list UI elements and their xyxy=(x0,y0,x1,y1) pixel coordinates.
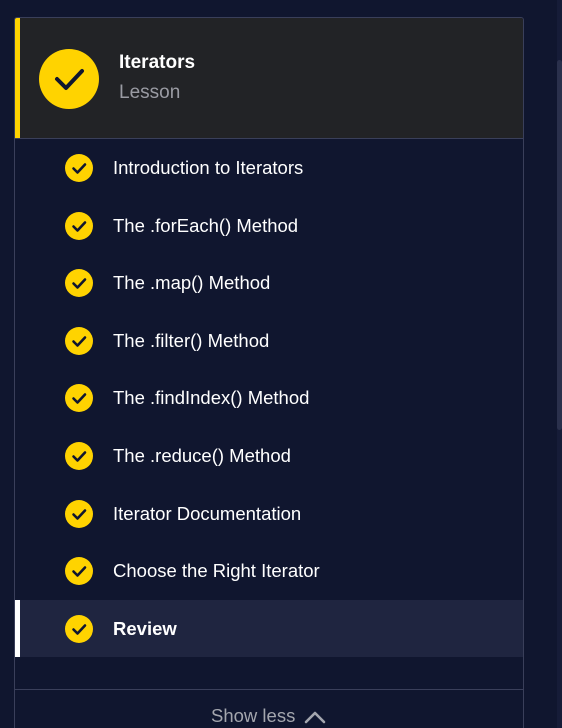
show-less-label: Show less xyxy=(211,705,296,726)
lesson-item[interactable]: The .reduce() Method xyxy=(15,427,523,485)
lesson-item-label: Choose the Right Iterator xyxy=(113,560,320,582)
lesson-item[interactable]: Iterator Documentation xyxy=(15,485,523,543)
lesson-item-label: Iterator Documentation xyxy=(113,502,302,524)
check-circle-icon xyxy=(65,441,93,470)
check-circle-icon xyxy=(65,154,93,182)
lesson-item-label: Review xyxy=(113,617,177,639)
lesson-item-label: The .map() Method xyxy=(113,272,271,294)
header-accent-bar xyxy=(15,18,20,138)
chevron-up-icon xyxy=(304,709,326,724)
scrollbar-thumb[interactable] xyxy=(557,60,562,430)
check-circle-icon xyxy=(65,499,93,528)
lesson-item-label: The .findIndex() Method xyxy=(113,387,310,409)
check-circle-icon xyxy=(65,211,93,240)
show-less-button[interactable]: Show less xyxy=(211,704,326,728)
lesson-title: Iterators xyxy=(119,52,196,73)
active-indicator xyxy=(15,599,20,658)
check-circle-icon xyxy=(65,384,93,413)
lesson-item[interactable]: The .map() Method xyxy=(15,254,523,312)
lesson-item[interactable]: Choose the Right Iterator xyxy=(15,542,523,600)
lesson-panel: Iterators Lesson Introduction to Iterato… xyxy=(14,17,524,728)
lesson-item[interactable]: The .findIndex() Method xyxy=(15,369,523,427)
check-circle-icon xyxy=(65,326,93,355)
lesson-item[interactable]: The .forEach() Method xyxy=(15,197,523,255)
lesson-item-label: Introduction to Iterators xyxy=(113,157,304,178)
lesson-item-label: The .reduce() Method xyxy=(113,444,291,466)
lesson-type: Lesson xyxy=(119,82,181,103)
check-circle-icon xyxy=(39,49,99,109)
lesson-item-label: The .filter() Method xyxy=(113,329,270,351)
page: Iterators Lesson Introduction to Iterato… xyxy=(0,0,562,728)
check-circle-icon xyxy=(65,614,93,643)
check-circle-icon xyxy=(65,557,93,586)
lesson-header[interactable]: Iterators Lesson xyxy=(15,18,523,139)
lesson-item[interactable]: Introduction to Iterators xyxy=(15,139,523,197)
lesson-item[interactable]: The .filter() Method xyxy=(15,312,523,370)
footer-divider xyxy=(15,689,523,690)
lesson-item-list: Introduction to Iterators The .forEach() … xyxy=(15,139,523,658)
check-circle-icon xyxy=(65,269,93,298)
lesson-item-label: The .forEach() Method xyxy=(113,214,299,236)
lesson-item[interactable]: Review xyxy=(15,599,523,658)
